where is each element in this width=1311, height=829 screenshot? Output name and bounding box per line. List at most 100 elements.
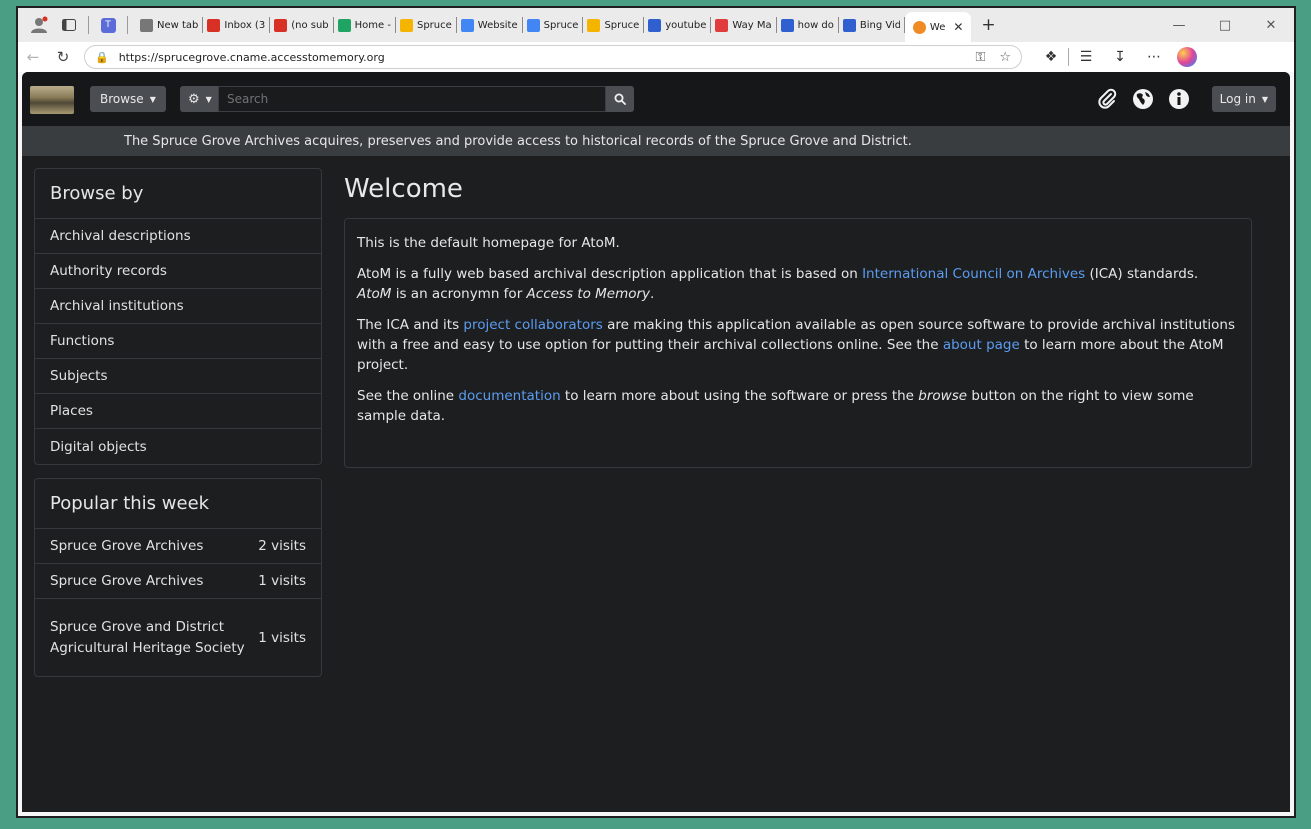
search-options-button[interactable]: ⚙ ▼ (180, 86, 220, 112)
documentation-link[interactable]: documentation (458, 388, 560, 404)
popular-item[interactable]: Spruce Grove Archives 1 visits (35, 564, 321, 599)
tab-title: Spruce (543, 19, 579, 31)
welcome-content: This is the default homepage for AtoM. A… (344, 218, 1252, 468)
search-input[interactable] (218, 86, 606, 112)
tab-title: Inbox (3 (224, 19, 266, 31)
clipboard-paperclip-icon[interactable] (1092, 85, 1122, 113)
tab-title: Home - (354, 19, 391, 31)
browser-tab[interactable]: Inbox (3 (203, 12, 269, 38)
address-bar[interactable]: 🔒 https://sprucegrove.cname.accesstomemo… (84, 45, 1022, 69)
browse-by-item[interactable]: Functions (35, 324, 321, 359)
url-text[interactable]: https://sprucegrove.cname.accesstomemory… (119, 51, 962, 64)
reload-button[interactable]: ↻ (48, 48, 78, 66)
favorites-icon[interactable]: ☰ (1069, 49, 1103, 65)
popular-item-title: Spruce Grove and District Agricultural H… (50, 618, 245, 656)
favorite-star-icon[interactable]: ☆ (999, 50, 1011, 65)
tab-title: Bing Vid (859, 19, 900, 31)
language-globe-icon[interactable] (1128, 85, 1158, 113)
toolbar: ❖ ☰ ↧ ⋯ (1034, 47, 1197, 67)
gear-icon: ⚙ (188, 91, 200, 107)
browse-by-panel: Browse by Archival descriptions Authority… (34, 168, 322, 465)
caret-down-icon: ▼ (1261, 94, 1268, 104)
search-button[interactable] (606, 86, 634, 112)
tab-favicon-icon (207, 18, 221, 32)
browser-tab[interactable]: Spruce (583, 12, 643, 38)
popular-item[interactable]: Spruce Grove and District Agricultural H… (35, 599, 321, 676)
tab-favicon-icon (587, 18, 601, 32)
ica-link[interactable]: International Council on Archives (862, 266, 1085, 282)
caret-down-icon: ▼ (149, 94, 156, 104)
documentation-paragraph: See the online documentation to learn mo… (357, 388, 1194, 424)
browse-by-item[interactable]: Archival descriptions (35, 219, 321, 254)
minimize-button[interactable]: — (1156, 18, 1202, 33)
tab-favicon-icon (526, 18, 540, 32)
tab-favicon-icon (715, 18, 729, 32)
extensions-icon[interactable]: ❖ (1034, 49, 1068, 65)
browser-tab[interactable]: Spruce (396, 12, 456, 38)
back-button[interactable]: ← (18, 48, 48, 66)
browser-tab[interactable]: Spruce (523, 12, 583, 38)
popular-item-title: Spruce Grove Archives (50, 537, 204, 554)
popular-list: Spruce Grove Archives 2 visits Spruce Grov… (35, 529, 321, 676)
about-atom-paragraph: AtoM is a fully web based archival descr… (357, 266, 1199, 302)
browser-tab[interactable]: Home - (334, 12, 395, 38)
tab-title: Website (477, 19, 518, 31)
site-header: Browse ▼ ⚙ ▼ Search Log in ▼ (22, 72, 1290, 126)
popular-item-visits: 2 visits (258, 538, 306, 554)
browse-by-item[interactable]: Subjects (35, 359, 321, 394)
browser-tab[interactable]: New tab (136, 12, 202, 38)
tab-title: Spruce (604, 19, 640, 31)
profile-icon[interactable] (28, 14, 50, 36)
popular-item[interactable]: Spruce Grove Archives 2 visits (35, 529, 321, 564)
browser-tab-active[interactable]: We ✕ (904, 12, 972, 42)
project-collaborators-link[interactable]: project collaborators (463, 317, 602, 333)
tab-title: Spruce (416, 19, 452, 31)
header-icons (1086, 85, 1194, 113)
browse-by-item[interactable]: Places (35, 394, 321, 429)
tab-title: youtube (665, 19, 707, 31)
site-logo[interactable] (30, 86, 74, 114)
close-tab-icon[interactable]: ✕ (953, 20, 963, 34)
caret-down-icon: ▼ (205, 94, 212, 104)
window-controls: — □ ✕ (1156, 8, 1294, 42)
page-title: Welcome (344, 174, 463, 204)
browse-menu-button[interactable]: Browse ▼ (90, 86, 166, 112)
tab-actions-icon[interactable] (58, 14, 80, 36)
browser-tab[interactable]: how do (777, 12, 838, 38)
tab-title: We (929, 21, 946, 33)
site-description-banner: The Spruce Grove Archives acquires, pres… (22, 126, 1290, 156)
workspace-icon[interactable]: T (97, 14, 119, 36)
site-info-icon[interactable]: 🔒 (95, 51, 109, 64)
browse-by-item[interactable]: Archival institutions (35, 289, 321, 324)
tab-strip: T New tab Inbox (3 (no sub Home - Spruce Webs… (18, 8, 1294, 42)
browse-by-title: Browse by (35, 169, 321, 219)
more-menu-icon[interactable]: ⋯ (1137, 49, 1171, 65)
tab-favicon-icon (274, 18, 288, 32)
intro-paragraph: This is the default homepage for AtoM. (357, 235, 620, 251)
browser-tab[interactable]: Bing Vid (839, 12, 904, 38)
copilot-icon[interactable] (1177, 47, 1197, 67)
tab-favicon-icon (912, 20, 926, 34)
downloads-icon[interactable]: ↧ (1103, 49, 1137, 65)
browse-by-item[interactable]: Authority records (35, 254, 321, 289)
maximize-button[interactable]: □ (1202, 18, 1248, 33)
password-key-icon[interactable]: ⚿ (975, 50, 985, 65)
browser-window: T New tab Inbox (3 (no sub Home - Spruce Webs… (16, 6, 1296, 818)
login-button[interactable]: Log in ▼ (1211, 86, 1276, 112)
browse-by-item[interactable]: Digital objects (35, 429, 321, 464)
browse-label: Browse (100, 92, 144, 106)
about-page-link[interactable]: about page (943, 337, 1020, 353)
browser-tab[interactable]: Way Ma (711, 12, 775, 38)
web-page: Browse ▼ ⚙ ▼ Search Log in ▼ The Spruce … (22, 72, 1290, 812)
close-window-button[interactable]: ✕ (1248, 18, 1294, 33)
popular-item-visits: 1 visits (258, 573, 306, 589)
info-icon[interactable] (1164, 85, 1194, 113)
browser-tab[interactable]: Website (457, 12, 522, 38)
address-bar-row: ← ↻ 🔒 https://sprucegrove.cname.accessto… (18, 42, 1294, 72)
browser-tab[interactable]: (no sub (270, 12, 332, 38)
tab-title: how do (797, 19, 834, 31)
tab-favicon-icon (399, 18, 413, 32)
browser-tab[interactable]: youtube (644, 12, 710, 38)
browse-by-list: Archival descriptions Authority records Ar… (35, 219, 321, 464)
new-tab-button[interactable]: + (981, 15, 995, 35)
